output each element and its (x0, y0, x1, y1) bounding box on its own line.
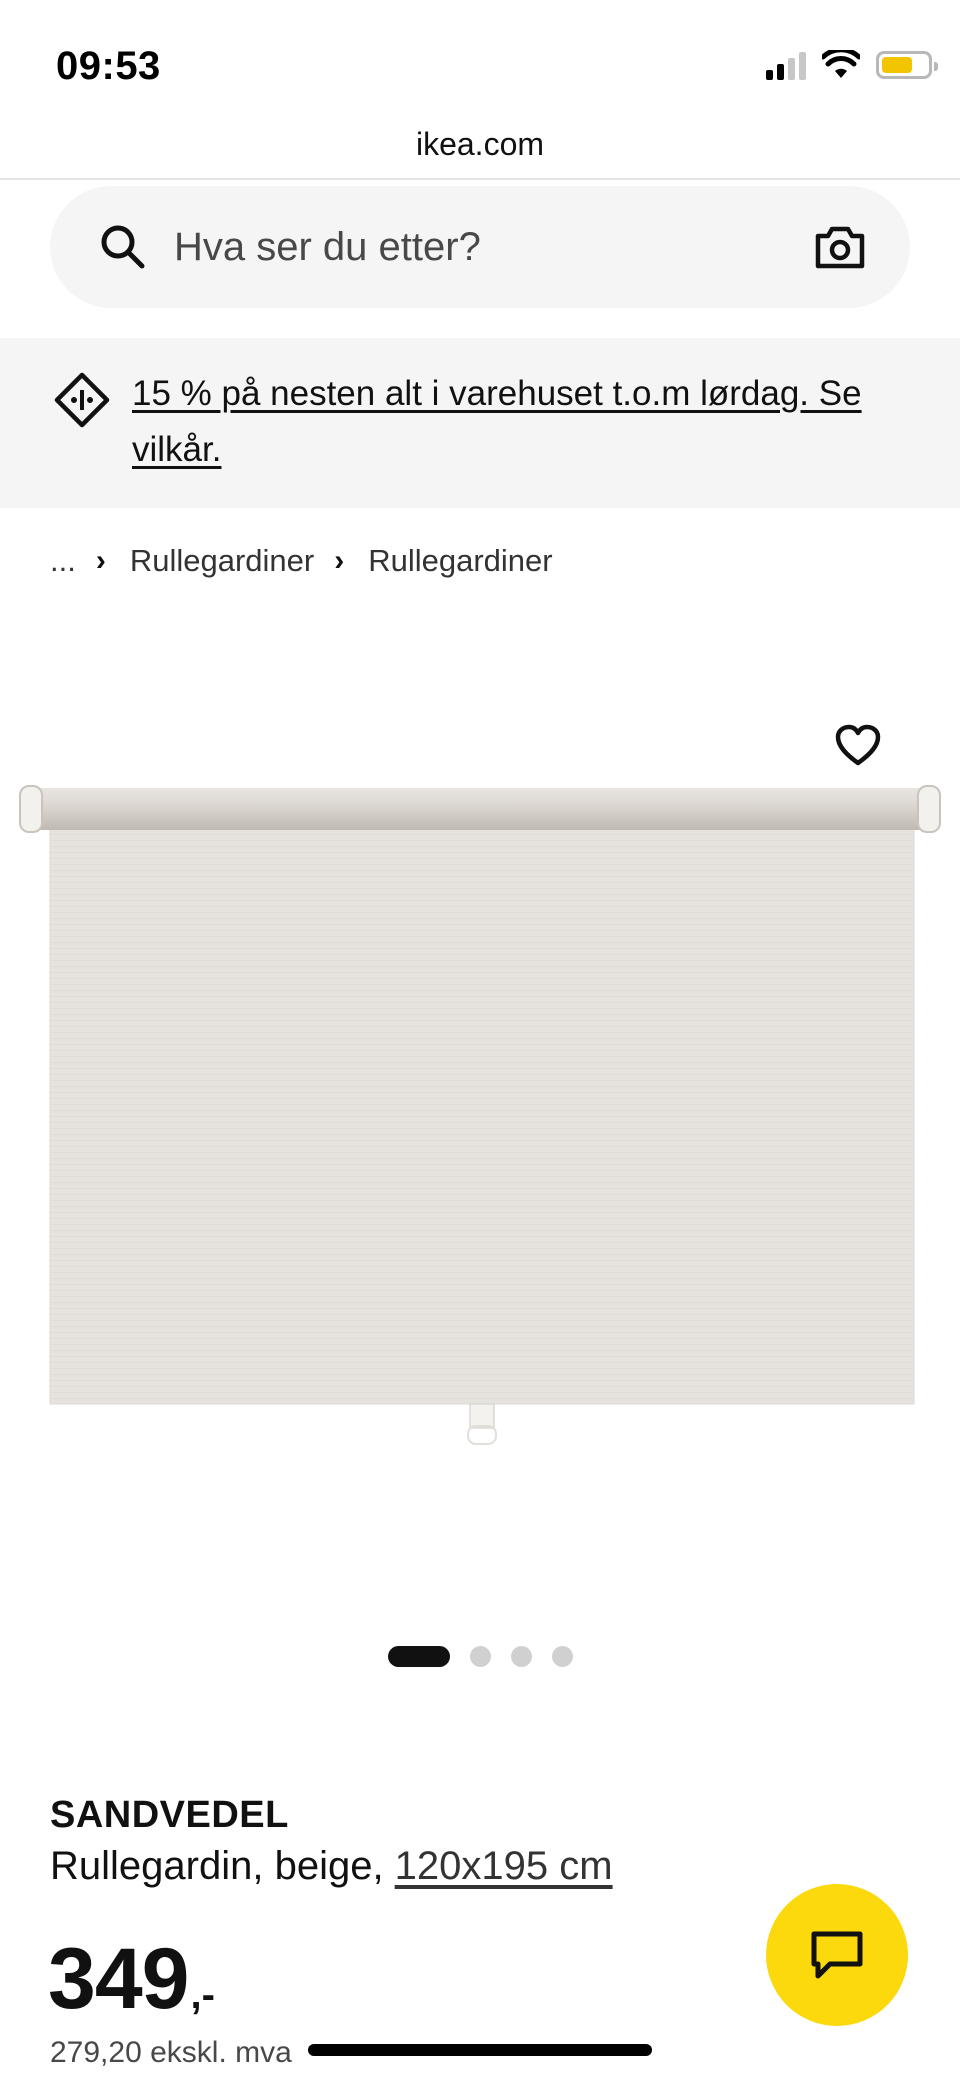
product-description: Rullegardin, beige, 120x195 cm (50, 1844, 613, 1889)
signal-icon (766, 50, 806, 80)
product-size-link[interactable]: 120x195 cm (395, 1844, 613, 1888)
battery-icon (876, 51, 938, 79)
promo-link[interactable]: 15 % på nesten alt i varehuset t.o.m lør… (132, 366, 922, 478)
home-indicator (308, 2044, 652, 2056)
favorite-button[interactable] (818, 705, 898, 785)
product-image[interactable] (0, 700, 960, 1500)
carousel-dot[interactable] (552, 1646, 573, 1667)
status-icons (766, 50, 938, 80)
browser-url[interactable]: ikea.com (0, 120, 960, 180)
chat-icon (811, 1931, 863, 1979)
image-carousel-indicator (388, 1646, 573, 1667)
camera-icon[interactable] (814, 224, 866, 270)
price-value: 349 (48, 1931, 189, 2027)
breadcrumb-ellipsis[interactable]: ... (50, 543, 76, 579)
chevron-right-icon: › (95, 544, 106, 577)
search-input[interactable]: Hva ser du etter? (50, 186, 910, 308)
promo-tag-icon (54, 372, 110, 428)
product-price: 349 ,- (48, 1930, 215, 2029)
price-suffix: ,- (190, 1973, 215, 2017)
carousel-dot[interactable] (470, 1646, 491, 1667)
carousel-dot[interactable] (511, 1646, 532, 1667)
breadcrumb-item[interactable]: Rullegardiner (368, 543, 552, 579)
status-bar: 09:53 (0, 0, 960, 120)
product-type: Rullegardin, beige, (50, 1844, 395, 1888)
carousel-dot-active[interactable] (388, 1646, 450, 1667)
chat-button[interactable] (766, 1884, 908, 2026)
chevron-right-icon: › (334, 544, 345, 577)
search-placeholder: Hva ser du etter? (174, 225, 481, 269)
price-ex-vat: 279,20 ekskl. mva (50, 2036, 292, 2069)
breadcrumb: ... › Rullegardiner › Rullegardiner (50, 538, 553, 584)
wifi-icon (822, 50, 860, 78)
product-name: SANDVEDEL (50, 1794, 289, 1836)
search-icon (101, 225, 145, 269)
breadcrumb-item[interactable]: Rullegardiner (130, 543, 314, 579)
heart-icon (835, 724, 881, 766)
status-time: 09:53 (56, 44, 161, 88)
